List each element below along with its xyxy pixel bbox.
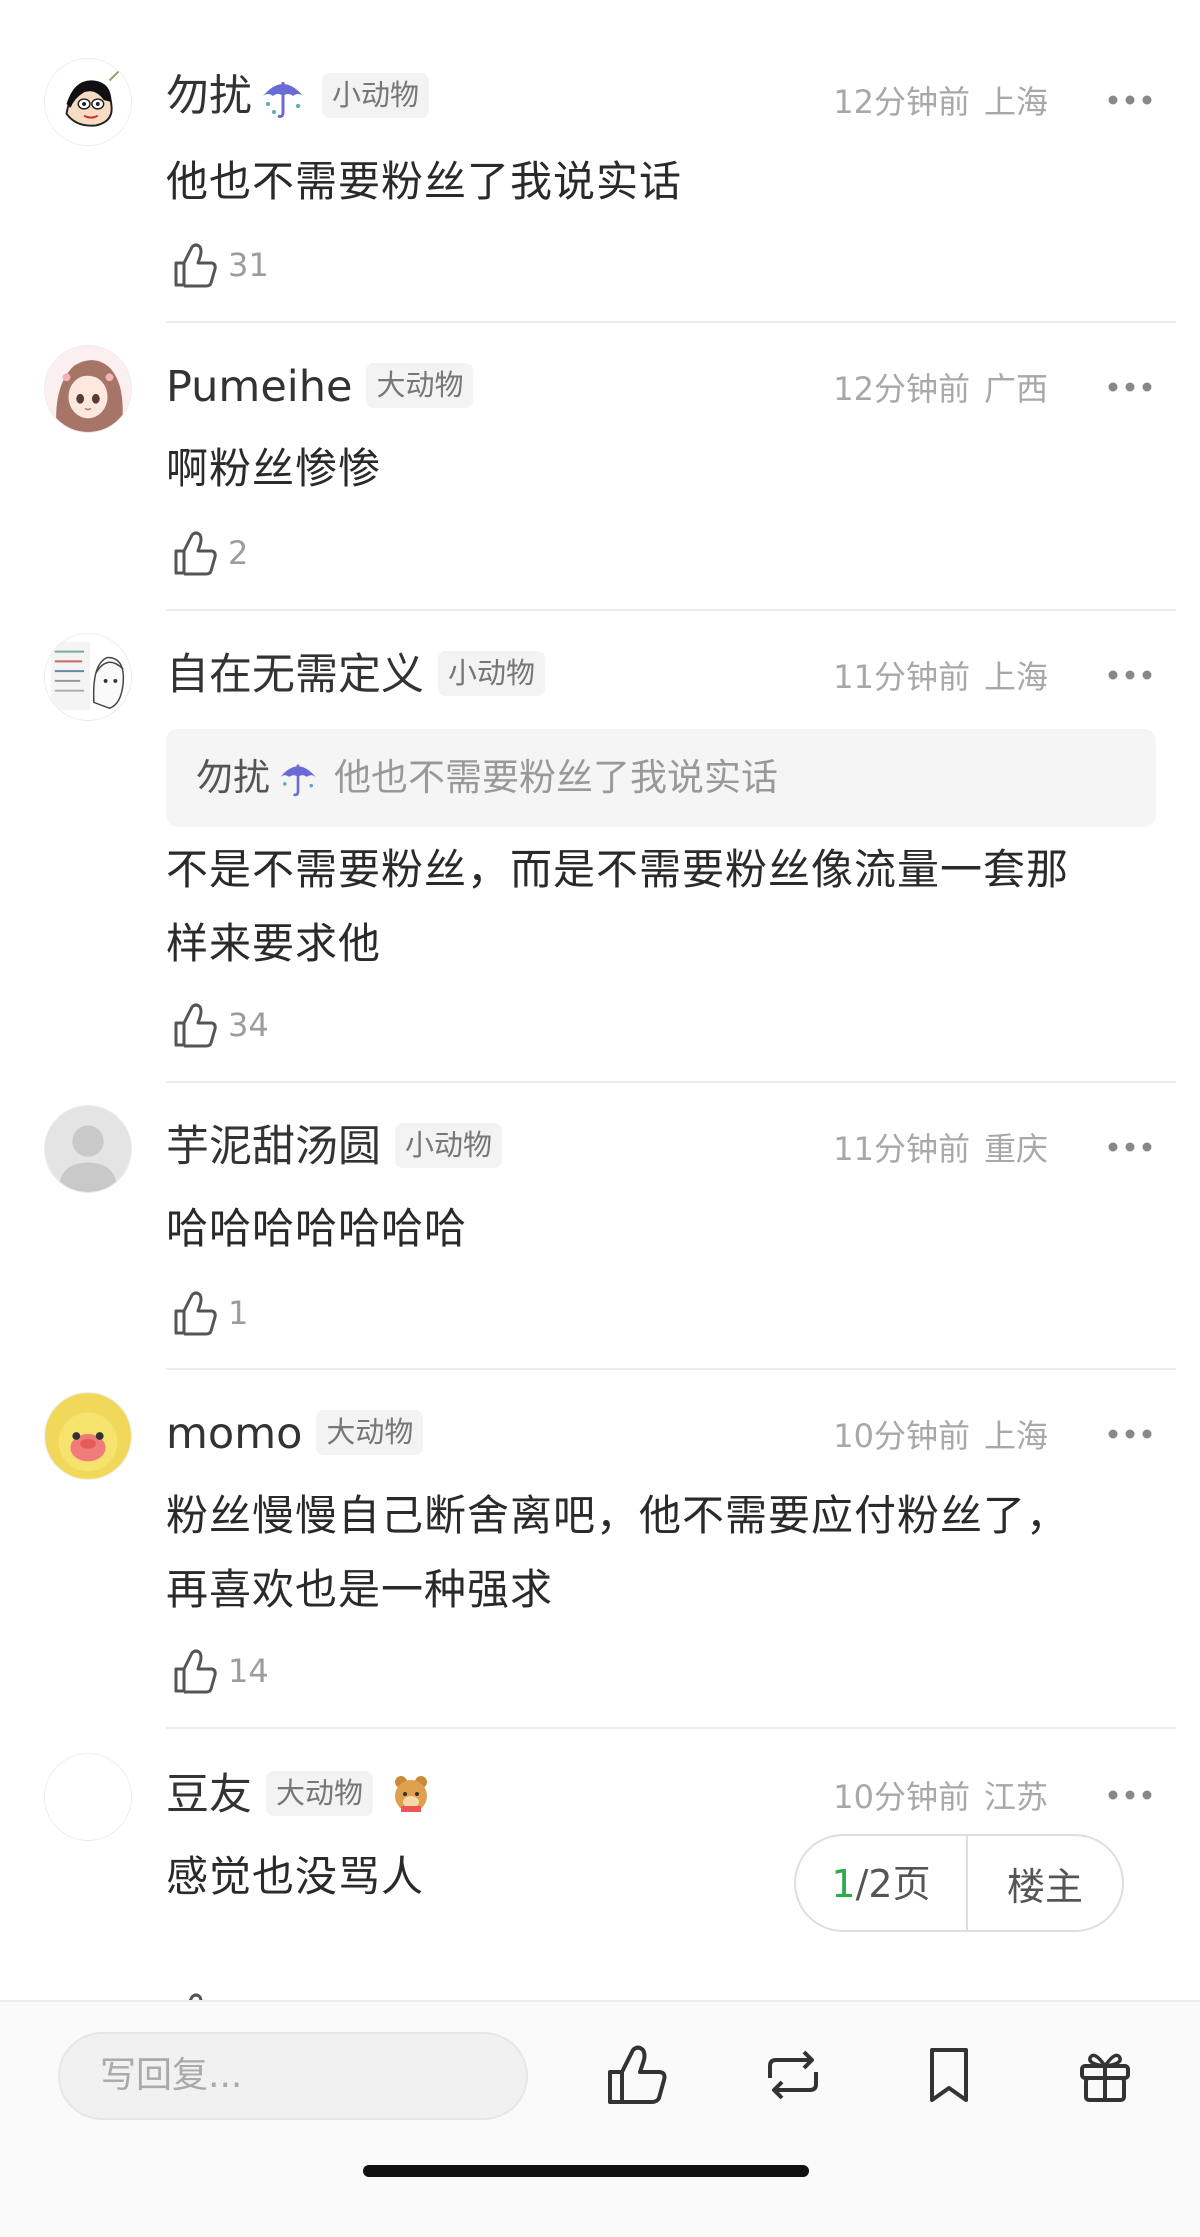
comment-meta: 10分钟前 江苏 — [833, 1781, 1048, 1813]
page-navigator: 1/2页 楼主 — [794, 1834, 1124, 1932]
level-badge: 大动物 — [366, 363, 474, 408]
comment-text: 粉丝慢慢自己断舍离吧，他不需要应付粉丝了， 再喜欢也是一种强求 — [166, 1479, 1176, 1627]
comment-text: 啊粉丝惨惨 — [166, 444, 382, 493]
timestamp: 12分钟前 — [833, 370, 970, 408]
avatar[interactable] — [44, 1105, 132, 1193]
avatar[interactable] — [44, 1392, 132, 1480]
comment-text: 不是不需要粉丝，而是不需要粉丝像流量一套那 样来要求他 — [166, 833, 1176, 981]
comment-username[interactable]: 芋泥甜汤圆 小动物 — [166, 1123, 503, 1172]
repost-icon — [768, 2050, 818, 2100]
bookmark-button[interactable] — [916, 2042, 982, 2108]
level-badge: 小动物 — [395, 1123, 503, 1168]
avatar[interactable] — [44, 58, 132, 146]
thumbs-up-icon — [608, 2045, 667, 2104]
reply-input[interactable]: 写回复... — [58, 2032, 528, 2120]
comment-text: 他也不需要粉丝了我说实话 — [166, 157, 683, 206]
username-text[interactable]: Pumeihe — [166, 362, 352, 412]
like-post-button[interactable] — [604, 2042, 670, 2108]
page-indicator[interactable]: 1/2页 — [796, 1835, 968, 1931]
thumbs-up-icon — [174, 243, 217, 288]
location: 广西 — [983, 370, 1048, 408]
comment-text-line: 样来要求他 — [166, 919, 382, 968]
level-badge: 大动物 — [316, 1410, 424, 1455]
more-options-icon[interactable] — [1106, 1787, 1154, 1803]
avatar[interactable] — [44, 1753, 132, 1841]
more-options-icon[interactable] — [1106, 1139, 1154, 1155]
comment-text-line: 粉丝慢慢自己断舍离吧，他不需要应付粉丝了， — [166, 1491, 1070, 1540]
comment-username[interactable]: 勿扰 小动物 — [166, 72, 430, 124]
comment-meta: 11分钟前 重庆 — [833, 1133, 1048, 1165]
comment-text: 哈哈哈哈哈哈哈 — [166, 1204, 468, 1253]
current-page: 1 — [831, 1862, 856, 1906]
level-badge: 小动物 — [322, 72, 430, 118]
username-text[interactable]: 勿扰 — [166, 72, 252, 122]
like-count: 31 — [228, 246, 269, 284]
comment-text-line: 不是不需要粉丝，而是不需要粉丝像流量一套那 — [166, 845, 1070, 894]
like-button[interactable]: 2 — [172, 528, 248, 578]
location: 上海 — [983, 1417, 1048, 1455]
avatar[interactable] — [44, 345, 132, 433]
quoted-username: 勿扰 — [196, 756, 270, 799]
thumbs-up-icon — [174, 1003, 217, 1048]
total-pages: /2页 — [855, 1862, 931, 1906]
like-count: 2 — [228, 534, 249, 572]
thumbs-up-icon — [174, 1649, 217, 1694]
username-text[interactable]: 芋泥甜汤圆 — [166, 1122, 381, 1172]
timestamp: 11分钟前 — [833, 658, 970, 696]
avatar[interactable] — [44, 633, 132, 721]
location: 江苏 — [983, 1778, 1048, 1816]
level-badge: 小动物 — [438, 651, 546, 696]
comment-username[interactable]: Pumeihe 大动物 — [166, 363, 474, 412]
divider — [166, 1081, 1176, 1083]
comment-meta: 12分钟前 广西 — [833, 373, 1048, 405]
bottom-action-bar: 写回复... — [0, 2000, 1200, 2237]
gift-icon — [1080, 2053, 1130, 2102]
location: 上海 — [983, 658, 1048, 696]
divider — [166, 609, 1176, 611]
like-button[interactable]: 1 — [172, 1288, 248, 1338]
comment-username[interactable]: 自在无需定义 小动物 — [166, 651, 546, 700]
username-text[interactable]: 豆友 — [166, 1770, 252, 1820]
more-options-icon[interactable] — [1106, 1426, 1154, 1442]
repost-button[interactable] — [760, 2042, 826, 2108]
comment-meta: 12分钟前 上海 — [833, 86, 1048, 118]
comment-meta: 10分钟前 上海 — [833, 1420, 1048, 1452]
like-button[interactable]: 31 — [172, 240, 269, 290]
more-options-icon[interactable] — [1106, 667, 1154, 683]
like-button[interactable]: 14 — [172, 1646, 269, 1696]
umbrella-emoji-icon — [263, 82, 303, 118]
location: 上海 — [983, 83, 1048, 121]
comment-text-line: 再喜欢也是一种强求 — [166, 1565, 554, 1614]
divider — [166, 1727, 1176, 1729]
umbrella-emoji-icon — [280, 764, 316, 796]
comment-meta: 11分钟前 上海 — [833, 661, 1048, 693]
home-indicator[interactable] — [363, 2165, 809, 2177]
location: 重庆 — [983, 1130, 1048, 1168]
like-count: 1 — [228, 1294, 249, 1332]
op-only-button[interactable]: 楼主 — [968, 1856, 1122, 1911]
timestamp: 10分钟前 — [833, 1417, 970, 1455]
timestamp: 12分钟前 — [833, 83, 970, 121]
bookmark-icon — [930, 2048, 968, 2102]
thumbs-up-icon — [174, 1291, 217, 1336]
timestamp: 11分钟前 — [833, 1130, 970, 1168]
like-button[interactable]: 34 — [172, 1000, 269, 1050]
quoted-reply[interactable]: 勿扰 他也不需要粉丝了我说实话 — [166, 729, 1156, 827]
quoted-text: 他也不需要粉丝了我说实话 — [334, 756, 778, 799]
like-count: 14 — [228, 1652, 269, 1690]
username-text[interactable]: momo — [166, 1409, 302, 1459]
comment-username[interactable]: momo 大动物 — [166, 1410, 424, 1459]
gift-button[interactable] — [1072, 2042, 1138, 2108]
divider — [166, 321, 1176, 323]
more-options-icon[interactable] — [1106, 379, 1154, 395]
comment-username[interactable]: 豆友 大动物 — [166, 1771, 433, 1820]
thumbs-up-icon — [174, 531, 217, 576]
timestamp: 10分钟前 — [833, 1778, 970, 1816]
divider — [166, 1368, 1176, 1370]
more-options-icon[interactable] — [1106, 92, 1154, 108]
username-text[interactable]: 自在无需定义 — [166, 650, 424, 700]
level-badge: 大动物 — [266, 1771, 374, 1816]
like-count: 34 — [228, 1006, 269, 1044]
bear-medal-icon — [395, 1775, 428, 1812]
